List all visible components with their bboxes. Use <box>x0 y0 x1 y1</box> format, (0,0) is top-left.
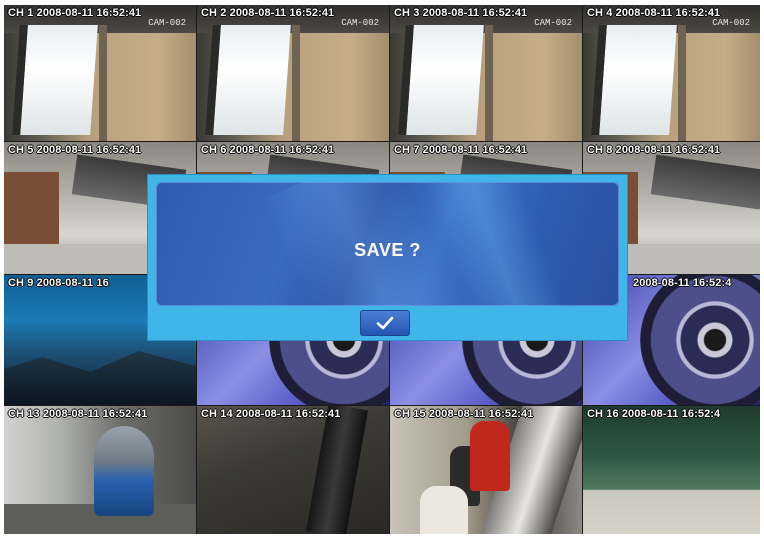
camera-tile[interactable]: CH 4 2008-08-11 16:52:41 CAM-002 <box>583 5 760 141</box>
camera-name: CAM-002 <box>534 18 572 28</box>
camera-tile[interactable]: CH 15 2008-08-11 16:52:41 <box>390 406 582 534</box>
channel-timestamp: CH 15 2008-08-11 16:52:41 <box>394 408 534 420</box>
camera-tile[interactable]: CH 14 2008-08-11 16:52:41 <box>197 406 389 534</box>
camera-tile[interactable]: CH 2 2008-08-11 16:52:41 CAM-002 <box>197 5 389 141</box>
save-confirm-dialog: SAVE ? <box>148 175 627 340</box>
camera-tile[interactable]: CH 16 2008-08-11 16:52:4 <box>583 406 760 534</box>
camera-tile[interactable]: CH 1 2008-08-11 16:52:41 CAM-002 <box>4 5 196 141</box>
camera-name: CAM-002 <box>341 18 379 28</box>
channel-timestamp: CH 6 2008-08-11 16:52:41 <box>201 144 335 156</box>
channel-timestamp: CH 14 2008-08-11 16:52:41 <box>201 408 341 420</box>
channel-timestamp: CH 8 2008-08-11 16:52:41 <box>587 144 721 156</box>
channel-timestamp: CH 3 2008-08-11 16:52:41 <box>394 7 528 19</box>
channel-timestamp: CH 7 2008-08-11 16:52:41 <box>394 144 528 156</box>
channel-timestamp: CH 4 2008-08-11 16:52:41 <box>587 7 721 19</box>
checkmark-icon <box>376 316 394 330</box>
camera-feed <box>583 406 760 534</box>
camera-name: CAM-002 <box>148 18 186 28</box>
channel-timestamp: CH 2 2008-08-11 16:52:41 <box>201 7 335 19</box>
camera-feed <box>197 406 389 534</box>
channel-timestamp: CH 13 2008-08-11 16:52:41 <box>8 408 148 420</box>
camera-feed <box>4 406 196 534</box>
channel-timestamp: 2008-08-11 16:52:4 <box>633 277 732 289</box>
confirm-button[interactable] <box>360 310 410 336</box>
channel-timestamp: CH 16 2008-08-11 16:52:4 <box>587 408 721 420</box>
channel-timestamp: CH 5 2008-08-11 16:52:41 <box>8 144 142 156</box>
dialog-message: SAVE ? <box>354 240 421 260</box>
camera-name: CAM-002 <box>712 18 750 28</box>
camera-tile[interactable]: CH 3 2008-08-11 16:52:41 CAM-002 <box>390 5 582 141</box>
channel-timestamp: CH 9 2008-08-11 16 <box>8 277 109 289</box>
dialog-message-panel: SAVE ? <box>156 182 619 306</box>
channel-timestamp: CH 1 2008-08-11 16:52:41 <box>8 7 142 19</box>
camera-tile[interactable]: CH 13 2008-08-11 16:52:41 <box>4 406 196 534</box>
camera-feed <box>390 406 582 534</box>
